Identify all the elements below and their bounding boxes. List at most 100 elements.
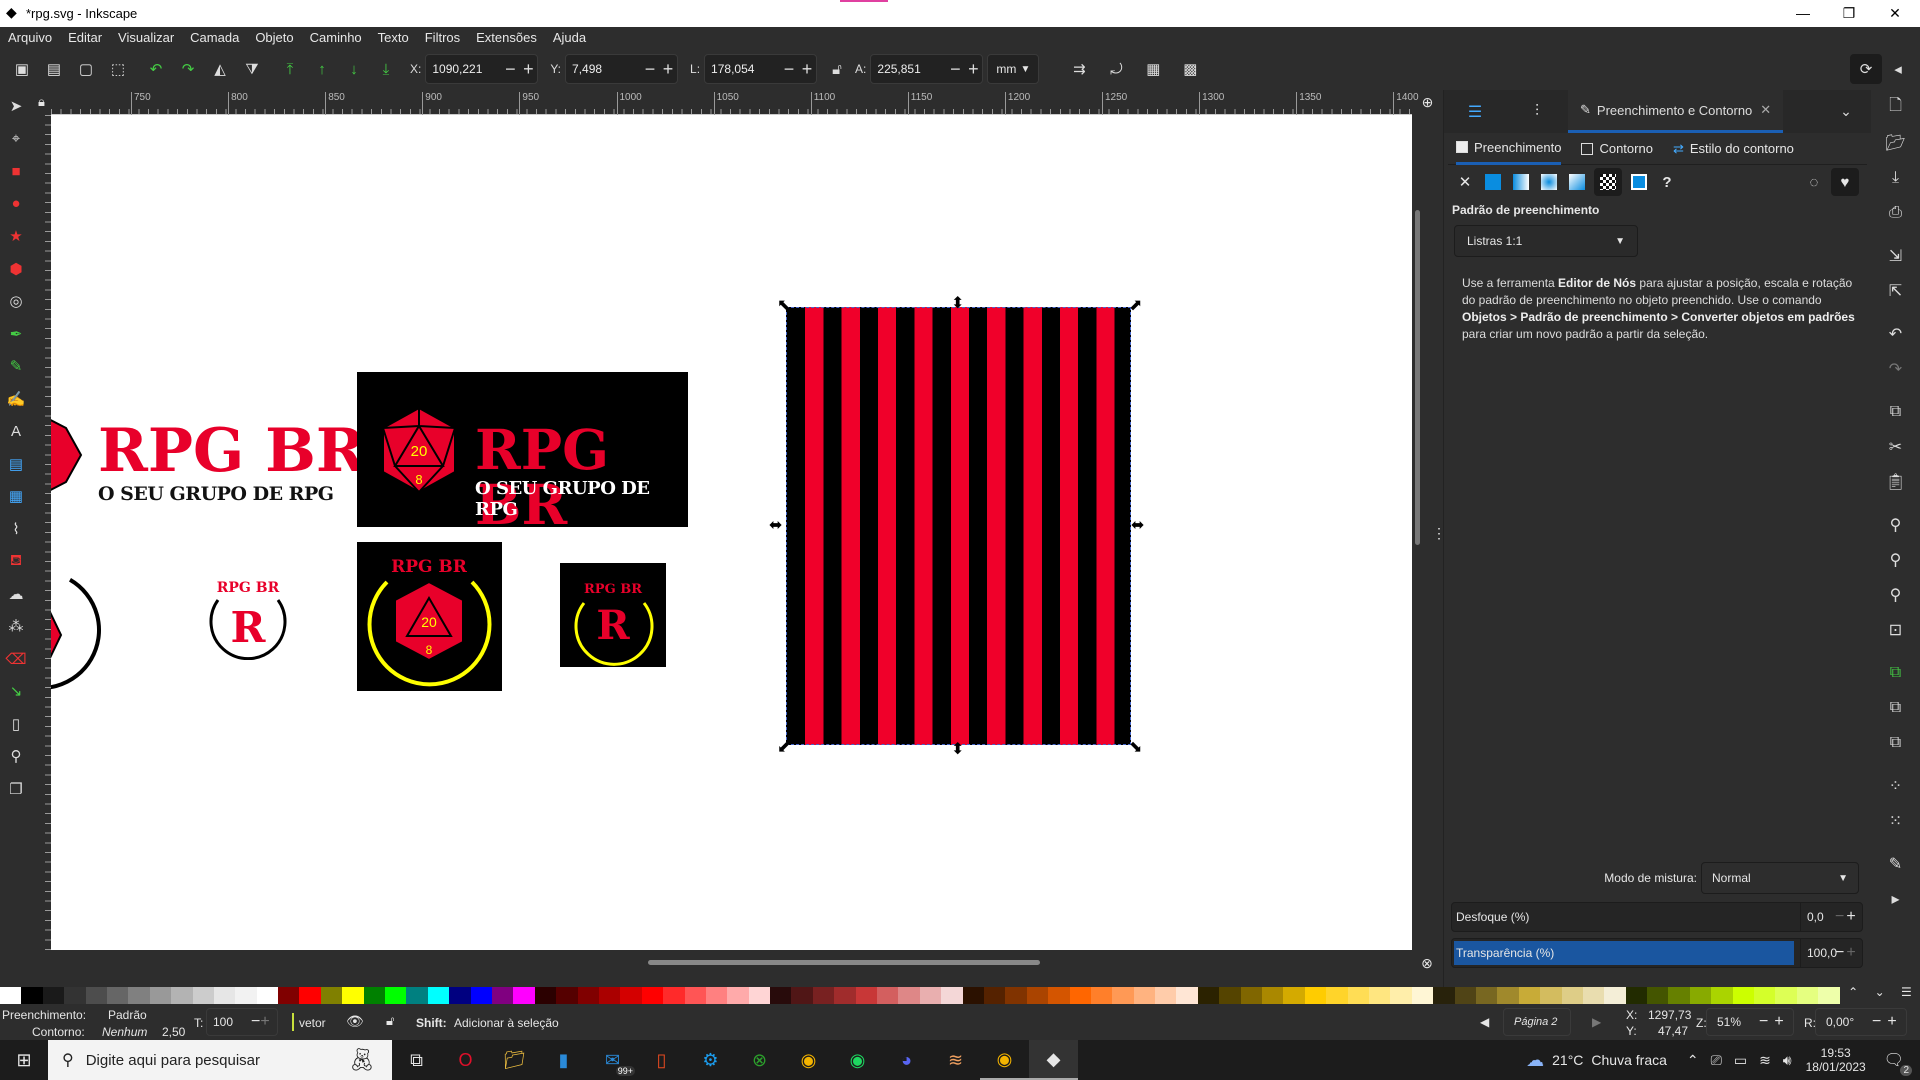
page-select[interactable]: Página 2 ▼ <box>1503 1008 1571 1054</box>
palette-swatch[interactable] <box>877 987 899 1004</box>
scale-handle-sw[interactable]: ⬋ <box>777 740 790 756</box>
scale-corners-icon[interactable]: ⤾ <box>1100 54 1132 84</box>
opacity-status-field[interactable]: 100− + <box>206 1008 278 1036</box>
redo-icon[interactable]: ↷ <box>1871 351 1920 386</box>
palette-swatch[interactable] <box>1048 987 1070 1004</box>
raise-icon[interactable]: ↑ <box>306 54 338 84</box>
palette-swatch[interactable] <box>855 987 878 1004</box>
rotate-cw-icon[interactable]: ↷ <box>172 54 204 84</box>
tab-align-icon[interactable]: ⫶ <box>1506 90 1568 133</box>
zoom-in-button[interactable]: + <box>1774 1013 1783 1031</box>
palette-swatch[interactable] <box>962 987 984 1004</box>
striped-pattern-rectangle[interactable] <box>786 307 1131 745</box>
palette-swatch[interactable] <box>983 987 1006 1004</box>
store-icon[interactable]: ▮ <box>539 1040 588 1080</box>
palette-swatch[interactable] <box>1390 987 1412 1004</box>
zoom-page-icon[interactable]: ⚲ <box>1871 577 1920 612</box>
palette-swatch[interactable] <box>1561 987 1583 1004</box>
no-paint-icon[interactable]: ✕ <box>1454 171 1476 193</box>
taskbar-search[interactable]: ⚲ Digite aqui para pesquisar 🧸︎ <box>48 1040 392 1080</box>
undo-icon[interactable]: ↶ <box>1871 316 1920 351</box>
palette-swatch[interactable] <box>1775 987 1797 1004</box>
zoom-tool-icon[interactable]: ⚲ <box>0 740 32 773</box>
palette-swatch[interactable] <box>1219 987 1241 1004</box>
palette-swatch[interactable] <box>898 987 920 1004</box>
width-decrement[interactable]: − <box>780 59 798 80</box>
palette-swatch[interactable] <box>278 987 300 1004</box>
eraser-tool-icon[interactable]: ⌫ <box>0 643 32 676</box>
pen-tool-icon[interactable]: ✒ <box>0 318 32 351</box>
selector-tool-icon[interactable]: ➤ <box>0 90 32 123</box>
vertical-scrollbar[interactable] <box>1415 210 1420 545</box>
clock[interactable]: 19:53 18/01/2023 <box>1806 1046 1866 1074</box>
palette-swatch[interactable] <box>1112 987 1134 1004</box>
zoom-out-button[interactable]: − <box>1759 1013 1768 1031</box>
width-value[interactable]: 178,054 <box>705 62 780 76</box>
y-value[interactable]: 7,498 <box>566 62 641 76</box>
zoom-field[interactable]: 51% − + <box>1706 1008 1794 1036</box>
palette-swatch[interactable] <box>491 987 514 1004</box>
palette-swatch[interactable] <box>1754 987 1776 1004</box>
palette-swatch[interactable] <box>834 987 856 1004</box>
snap-toggle-icon[interactable]: ⟳ <box>1850 54 1882 84</box>
minimize-button[interactable]: — <box>1780 0 1826 27</box>
fill-status-value[interactable]: Padrão <box>108 1008 147 1022</box>
scale-handle-s[interactable]: ⬍ <box>951 742 964 758</box>
flip-vertical-icon[interactable]: ⧩ <box>236 54 268 84</box>
lower-icon[interactable]: ↓ <box>338 54 370 84</box>
palette-swatch[interactable] <box>21 987 43 1004</box>
x-decrement[interactable]: − <box>501 59 519 80</box>
menu-filtros[interactable]: Filtros <box>417 30 468 45</box>
palette-swatch[interactable] <box>1454 987 1476 1004</box>
lock-ratio-icon[interactable]: 🔓︎ <box>821 54 853 84</box>
measure-tool-icon[interactable]: ▯ <box>0 708 32 741</box>
palette-swatch[interactable] <box>42 987 65 1004</box>
rotate-increment[interactable]: + <box>1887 1013 1896 1031</box>
export-icon[interactable]: ⇱ <box>1871 273 1920 308</box>
palette-swatch[interactable] <box>727 987 749 1004</box>
palette-swatch[interactable] <box>64 987 86 1004</box>
weather-temp[interactable]: 21°C <box>1552 1052 1583 1068</box>
palette-swatch[interactable] <box>342 987 364 1004</box>
die-badge-black[interactable]: RPG BR 20 8 <box>357 542 502 691</box>
chrome-profile-icon[interactable]: ◉ <box>980 1040 1029 1080</box>
palette-swatch[interactable] <box>1668 987 1690 1004</box>
y-decrement[interactable]: − <box>641 59 659 80</box>
r-badge-white[interactable]: RPG BR R <box>206 570 291 660</box>
rotate-ccw-icon[interactable]: ↶ <box>140 54 172 84</box>
opacity-status-increment[interactable]: + <box>260 1013 269 1031</box>
palette-swatch[interactable] <box>556 987 578 1004</box>
deselect-icon[interactable]: ▢ <box>70 54 102 84</box>
palette-swatch[interactable] <box>1582 987 1605 1004</box>
tab-layers-icon[interactable]: ☰ <box>1444 90 1506 133</box>
next-page-icon[interactable]: ▶ <box>1592 1015 1601 1029</box>
palette-swatch[interactable] <box>363 987 386 1004</box>
inkscape-taskbar-icon[interactable]: ◆ <box>1029 1040 1078 1080</box>
copy-icon[interactable]: ⧉ <box>1871 394 1920 429</box>
y-field[interactable]: 7,498− + <box>565 54 679 84</box>
width-field[interactable]: 178,054− + <box>704 54 818 84</box>
menu-extensoes[interactable]: Extensões <box>468 30 545 45</box>
palette-swatch[interactable] <box>470 987 492 1004</box>
palette-swatch[interactable] <box>663 987 685 1004</box>
subtab-stroke[interactable]: Contorno <box>1581 133 1653 165</box>
tweak-tool-icon[interactable]: ☁ <box>0 578 32 611</box>
palette-swatch[interactable] <box>1369 987 1391 1004</box>
star-tool-icon[interactable]: ★ <box>0 220 32 253</box>
palette-swatch[interactable] <box>1133 987 1156 1004</box>
menu-ajuda[interactable]: Ajuda <box>545 30 594 45</box>
palette-swatch[interactable] <box>598 987 621 1004</box>
subtab-stroke-style[interactable]: ⇄ Estilo do contorno <box>1673 133 1794 165</box>
opacity-value[interactable]: 100,0 <box>1800 939 1837 967</box>
palette-swatch[interactable] <box>941 987 963 1004</box>
palette-swatch[interactable] <box>1026 987 1049 1004</box>
rectangle-tool-icon[interactable]: ■ <box>0 155 32 188</box>
text-tool-icon[interactable]: A <box>0 415 32 448</box>
opacity-increment[interactable]: + <box>1846 944 1855 962</box>
calligraphy-tool-icon[interactable]: ✍ <box>0 383 32 416</box>
palette-swatch[interactable] <box>1304 987 1327 1004</box>
file-explorer-icon[interactable]: 📁︎ <box>490 1040 539 1080</box>
stroke-width-value[interactable]: 2,50 <box>162 1025 185 1039</box>
linear-gradient-icon[interactable] <box>1510 171 1532 193</box>
palette-swatch[interactable] <box>1240 987 1263 1004</box>
